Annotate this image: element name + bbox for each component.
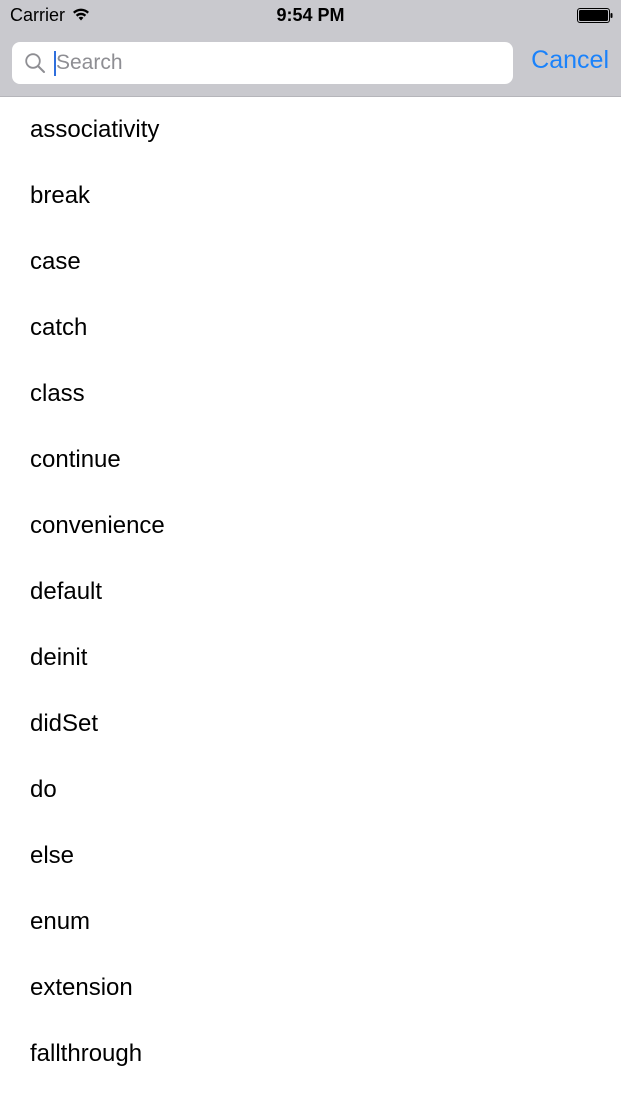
search-field[interactable] (12, 42, 513, 84)
list-item[interactable]: default (0, 559, 621, 625)
list-item[interactable]: fallthrough (0, 1021, 621, 1087)
list-item[interactable]: associativity (0, 97, 621, 163)
list-item[interactable]: convenience (0, 493, 621, 559)
status-time: 9:54 PM (276, 5, 345, 25)
keyword-list: associativity break case catch class con… (0, 97, 621, 1087)
list-item[interactable]: continue (0, 427, 621, 493)
list-item[interactable]: deinit (0, 625, 621, 691)
search-bar: Cancel (0, 32, 621, 94)
list-item[interactable]: else (0, 823, 621, 889)
search-header: Carrier 9:54 PM Cancel (0, 0, 621, 97)
battery-icon (577, 8, 613, 23)
list-item[interactable]: extension (0, 955, 621, 1021)
status-bar: Carrier 9:54 PM (0, 0, 621, 32)
cancel-button[interactable]: Cancel (531, 46, 609, 75)
list-item[interactable]: do (0, 757, 621, 823)
list-item[interactable]: enum (0, 889, 621, 955)
text-caret (54, 51, 56, 76)
list-item[interactable]: didSet (0, 691, 621, 757)
list-item[interactable]: break (0, 163, 621, 229)
list-item[interactable]: class (0, 361, 621, 427)
search-input[interactable] (54, 46, 496, 80)
search-icon (25, 53, 45, 73)
list-item[interactable]: catch (0, 295, 621, 361)
list-item[interactable]: case (0, 229, 621, 295)
